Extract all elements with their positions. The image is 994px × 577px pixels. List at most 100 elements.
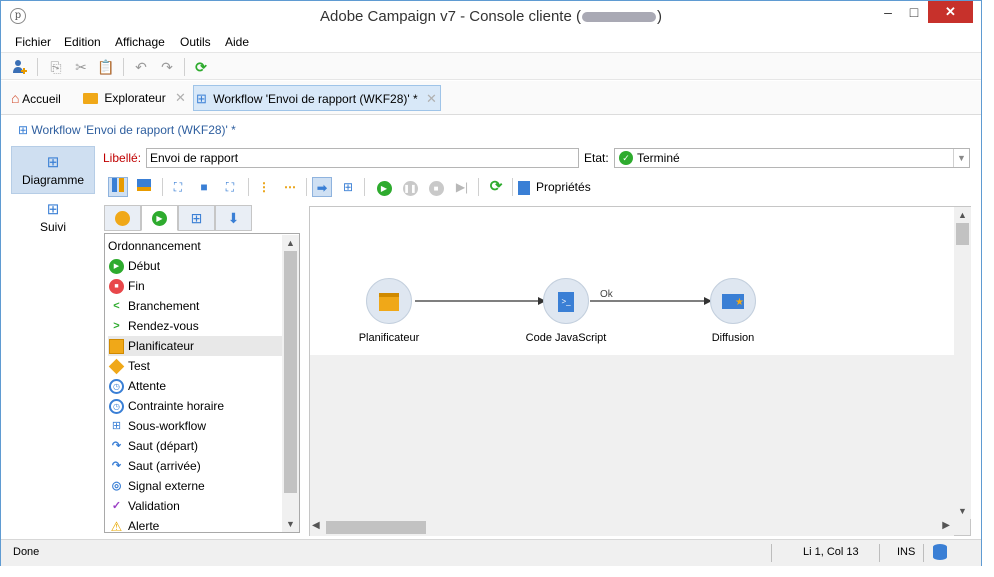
scroll-right-icon[interactable]: ▶ [942,520,950,531]
stop-icon[interactable]: ■ [426,177,446,197]
palette-item-start[interactable]: ▶ Début [108,256,283,276]
palette-item-alert[interactable]: ⚠ Alerte [108,516,283,533]
undo-icon[interactable]: ↶ [132,58,150,76]
actions-icon: ⊞ [190,210,203,226]
cut-icon[interactable]: ✂ [72,58,90,76]
palette-item-label: Saut (départ) [128,439,199,453]
menu-bar: Fichier Edition Affichage Outils Aide [1,33,981,52]
state-select[interactable]: ✓ Terminé ▼ [614,148,970,168]
subworkflow-icon: ⊞ [111,420,122,432]
palette-item-scheduler[interactable]: Planificateur [108,336,283,356]
zoom-fit-icon[interactable]: ⛶ [168,177,188,197]
canvas-vertical-scrollbar[interactable]: ▲ ▼ [954,207,971,519]
scroll-down-icon[interactable]: ▼ [954,503,971,519]
vertical-layout-icon[interactable] [108,177,128,197]
menu-affichage[interactable]: Affichage [115,35,165,49]
palette-tab-actions[interactable]: ⊞ [178,205,215,231]
palette-scrollbar[interactable]: ▲ ▼ [282,235,299,532]
javascript-icon: >_ [558,291,574,312]
refresh-icon[interactable]: ⟳ [192,58,210,76]
targeting-icon [115,211,130,226]
workflow-debug-icon[interactable]: ⊞ [338,177,358,197]
copy-icon[interactable]: ⎘ [47,58,65,76]
left-navigation: ⊞ Diagramme ⊞ Suivi [11,146,95,246]
nav-tracking[interactable]: ⊞ Suivi [11,200,95,248]
vertical-dots-icon[interactable]: ⋮ [254,177,274,197]
zoom-actual-icon[interactable]: ■ [194,177,214,197]
palette-item-jump-end[interactable]: ↷ Saut (arrivée) [108,456,283,476]
label-input[interactable]: Envoi de rapport [146,148,579,168]
node-javascript[interactable]: >_ [543,278,589,324]
chevron-down-icon[interactable]: ▼ [953,149,969,167]
menu-fichier[interactable]: Fichier [15,35,51,49]
step-icon[interactable]: ▶| [452,177,472,197]
paste-icon[interactable]: 📋 [97,58,115,76]
scheduler-icon [109,339,124,354]
workflow-canvas[interactable]: Ok Planificateur >_ Code JavaScript ★ Di… [309,206,971,536]
node-delivery[interactable]: ★ [710,278,756,324]
palette-item-and-join[interactable]: > Rendez-vous [108,316,283,336]
menu-aide[interactable]: Aide [225,35,249,49]
tab-explorer[interactable]: Explorateur [83,85,167,111]
horizontal-layout-icon[interactable] [134,177,154,197]
canvas-horizontal-scrollbar[interactable]: ◀ ▶ [310,519,954,536]
events-icon: ⬇ [227,210,240,226]
palette-item-label: Saut (arrivée) [128,459,201,473]
diagram-icon: ⊞ [46,154,60,171]
palette-item-external-signal[interactable]: ◎ Signal externe [108,476,283,496]
new-user-icon[interactable] [11,58,29,76]
play-icon[interactable]: ▶ [374,177,394,197]
palette-item-test[interactable]: Test [108,356,283,376]
fork-icon: < [113,300,120,312]
close-tab-icon[interactable]: ✕ [175,90,186,106]
tab-home[interactable]: ⌂ Accueil [11,85,75,111]
tab-workflow[interactable]: ⊞ Workflow 'Envoi de rapport (WKF28)' * … [193,85,441,111]
redo-icon[interactable]: ↷ [158,58,176,76]
maximize-button[interactable]: □ [901,1,927,23]
toolbar-separator [364,178,365,196]
email-delivery-icon: ★ [722,294,744,310]
zoom-selection-icon[interactable]: ⛶ [220,177,240,197]
palette-item-label: Validation [128,499,180,513]
palette-item-wait[interactable]: ◷ Attente [108,376,283,396]
activity-palette: ▶ ⊞ ⬇ Ordonnancement ▶ Début ■ Fin < Branch… [104,205,304,535]
refresh-icon[interactable]: ⟳ [486,177,506,197]
properties-button[interactable]: Propriétés [518,177,598,197]
start-workflow-icon[interactable]: ➡ [312,177,332,197]
main-toolbar: ⎘ ✂ 📋 ↶ ↷ ⟳ [1,52,981,80]
palette-scroll-thumb[interactable] [284,251,297,493]
palette-tab-events[interactable]: ⬇ [215,205,252,231]
window-title-suffix: ) [656,8,662,25]
menu-edition[interactable]: Edition [64,35,101,49]
scroll-down-icon[interactable]: ▼ [282,516,299,532]
palette-item-jump-start[interactable]: ↷ Saut (départ) [108,436,283,456]
pause-icon[interactable]: ❚❚ [400,177,420,197]
canvas-vscroll-thumb[interactable] [956,223,969,245]
database-icon[interactable] [933,544,947,560]
menu-outils[interactable]: Outils [180,35,211,49]
palette-item-validation[interactable]: ✓ Validation [108,496,283,516]
canvas-hscroll-thumb[interactable] [326,521,426,534]
palette-tab-flow-control[interactable]: ▶ [141,205,178,231]
toolbar-separator [184,58,185,76]
title-bar[interactable]: p Adobe Campaign v7 - Console cliente ()… [1,1,981,33]
start-icon: ▶ [109,259,124,274]
node-scheduler[interactable] [366,278,412,324]
horizontal-dots-icon[interactable]: ⋯ [280,177,300,197]
node-label: Code JavaScript [525,332,607,344]
close-tab-icon[interactable]: ✕ [426,86,437,112]
palette-tab-targeting[interactable] [104,205,141,231]
palette-item-subworkflow[interactable]: ⊞ Sous-workflow [108,416,283,436]
palette-item-label: Rendez-vous [128,319,199,333]
palette-item-end[interactable]: ■ Fin [108,276,283,296]
scroll-up-icon[interactable]: ▲ [282,235,299,251]
palette-item-fork[interactable]: < Branchement [108,296,283,316]
scroll-up-icon[interactable]: ▲ [954,207,971,223]
minimize-button[interactable]: – [875,1,901,23]
window-title-text: Adobe Campaign v7 - Console cliente ( [320,8,581,25]
nav-diagram[interactable]: ⊞ Diagramme [11,146,95,194]
scroll-left-icon[interactable]: ◀ [312,520,320,531]
palette-item-time-constraint[interactable]: ◷ Contrainte horaire [108,396,283,416]
close-button[interactable]: ✕ [928,1,973,23]
alert-icon: ⚠ [110,519,123,533]
